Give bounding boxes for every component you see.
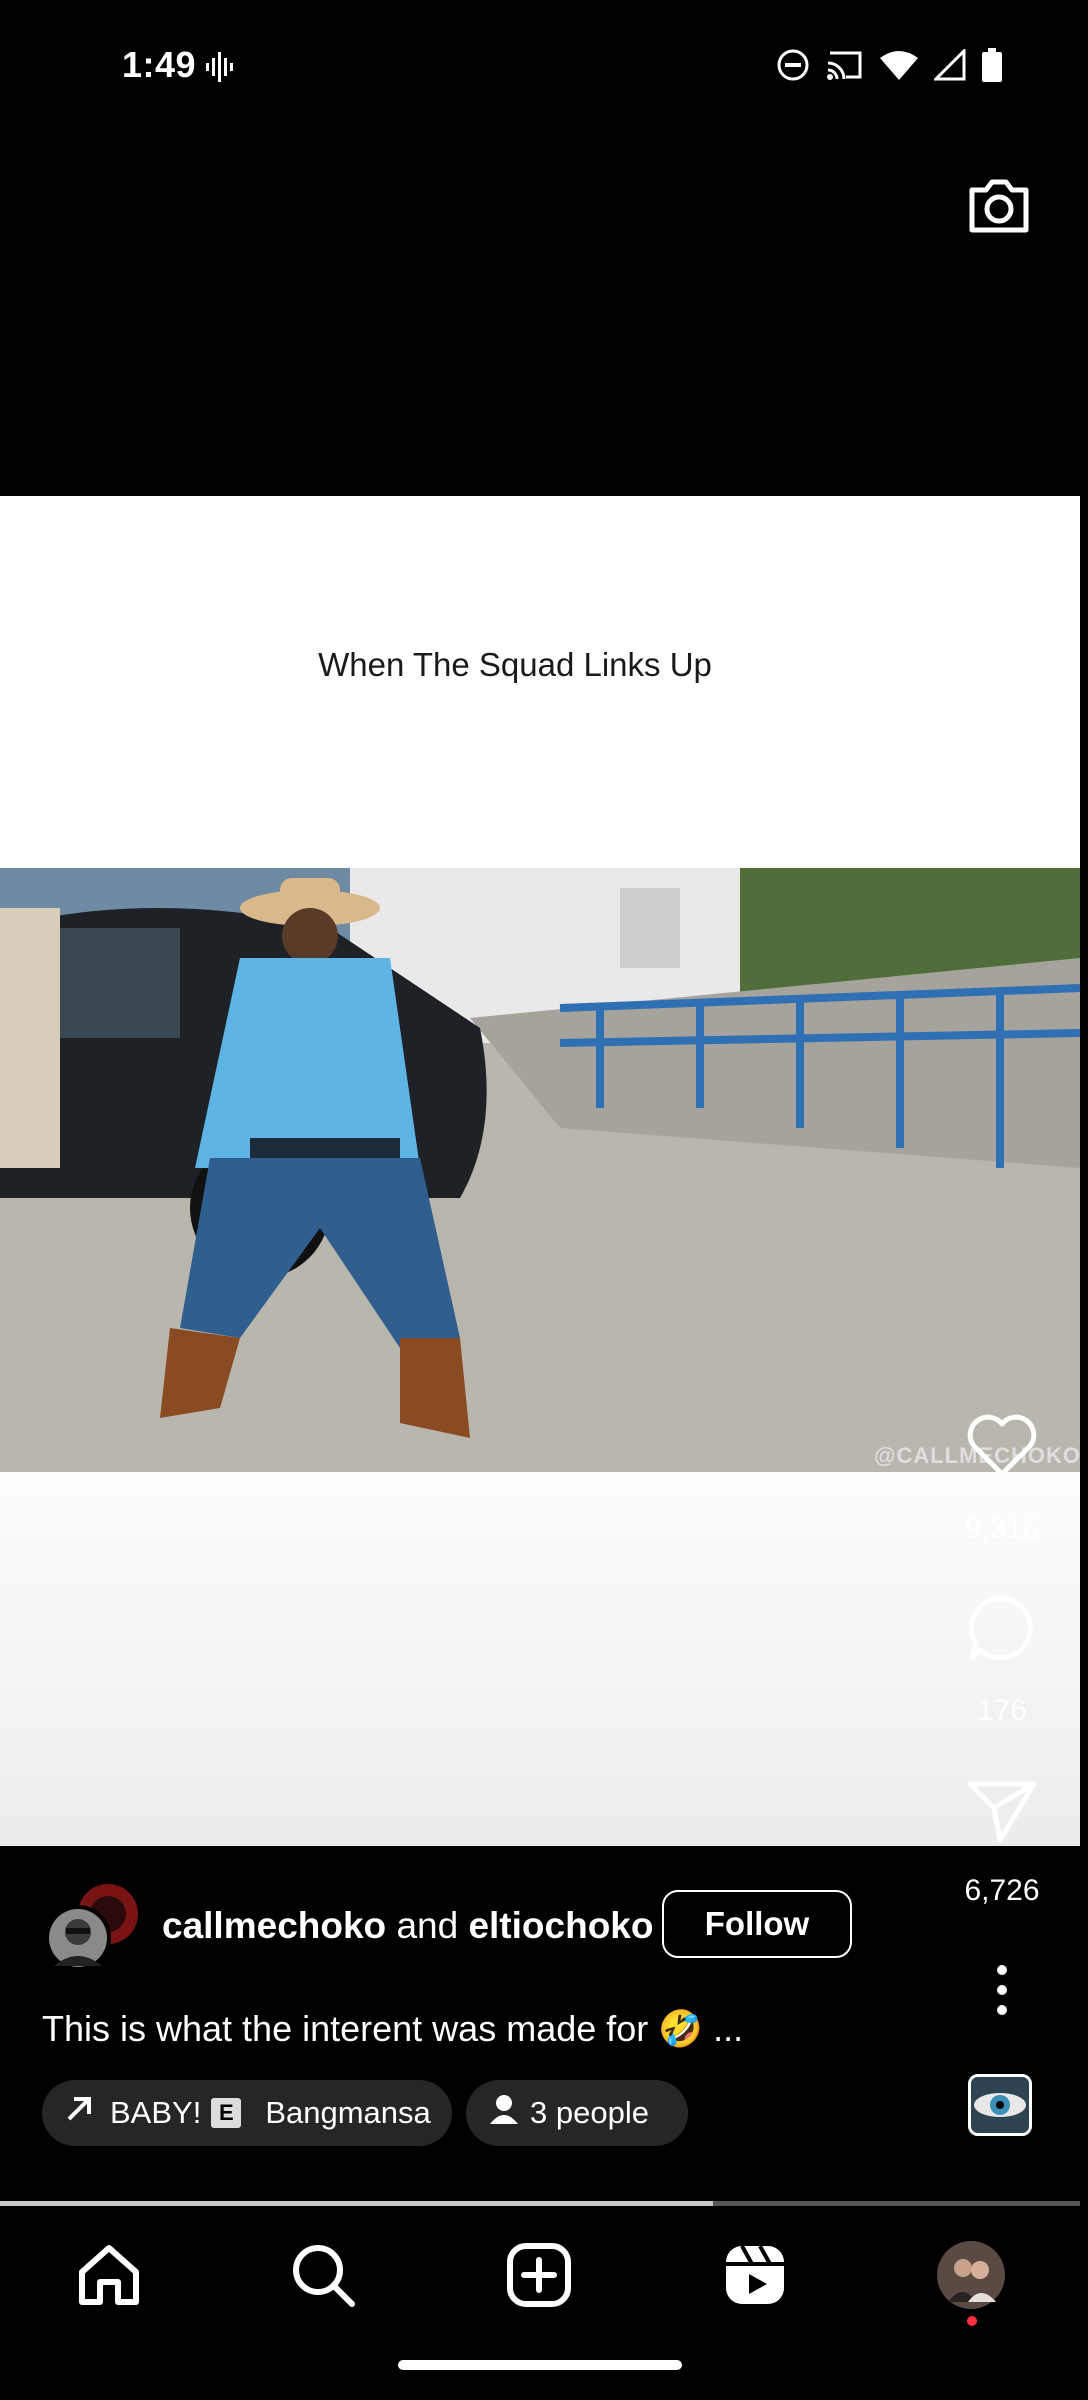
share-count: 6,726	[964, 1874, 1040, 1907]
cast-icon	[826, 49, 864, 86]
dnd-icon	[776, 48, 810, 87]
audio-thumbnail[interactable]	[968, 2074, 1032, 2136]
tagged-people-chip[interactable]: 3 people	[466, 2080, 688, 2146]
reels-icon[interactable]	[720, 2240, 790, 2310]
author-username-2[interactable]: eltiochoko	[468, 1905, 653, 1946]
camera-icon[interactable]	[964, 170, 1034, 240]
person-icon	[490, 2094, 518, 2132]
music-chip[interactable]: BABY! E Bangmansa	[42, 2080, 452, 2146]
status-time: 1:49	[122, 44, 197, 85]
video-caption: When The Squad Links Up	[318, 646, 712, 683]
author-names[interactable]: callmechoko and eltiochoko	[162, 1905, 653, 1947]
search-icon[interactable]	[288, 2240, 358, 2310]
reel-video[interactable]: When The Squad Links Up @CALLMECHOKO	[0, 496, 1080, 1846]
share-send-icon[interactable]	[964, 1772, 1040, 1848]
arrow-up-right-icon	[64, 2094, 94, 2132]
video-progress-bar[interactable]	[0, 2201, 1080, 2206]
music-song-title: BABY!	[110, 2095, 202, 2130]
audio-wave-icon	[206, 52, 234, 87]
video-progress-fill	[0, 2201, 713, 2206]
author-username-1[interactable]: callmechoko	[162, 1905, 386, 1946]
status-icons	[776, 47, 1002, 87]
like-count: 9,316	[964, 1512, 1040, 1545]
like-heart-icon[interactable]	[964, 1408, 1040, 1484]
author-and-text: and	[396, 1905, 459, 1946]
explicit-badge: E	[211, 2098, 242, 2128]
author-avatars[interactable]	[44, 1880, 144, 1971]
home-icon[interactable]	[74, 2240, 144, 2310]
follow-button[interactable]: Follow	[662, 1890, 852, 1958]
tagged-people-label: 3 people	[530, 2095, 649, 2130]
comment-count: 176	[976, 1694, 1028, 1727]
profile-avatar[interactable]	[936, 2240, 1006, 2310]
signal-icon	[932, 47, 966, 86]
post-description[interactable]: This is what the interent was made for 🤣…	[42, 2008, 743, 2050]
video-frame	[0, 868, 1080, 1472]
music-artist: Bangmansa	[265, 2095, 431, 2130]
notification-dot	[967, 2316, 977, 2326]
create-icon[interactable]	[504, 2240, 574, 2310]
more-options-icon[interactable]	[980, 1960, 1024, 2020]
battery-icon	[982, 48, 1002, 87]
home-gesture-bar[interactable]	[398, 2360, 682, 2370]
comment-icon[interactable]	[964, 1590, 1040, 1666]
wifi-icon	[880, 50, 918, 85]
